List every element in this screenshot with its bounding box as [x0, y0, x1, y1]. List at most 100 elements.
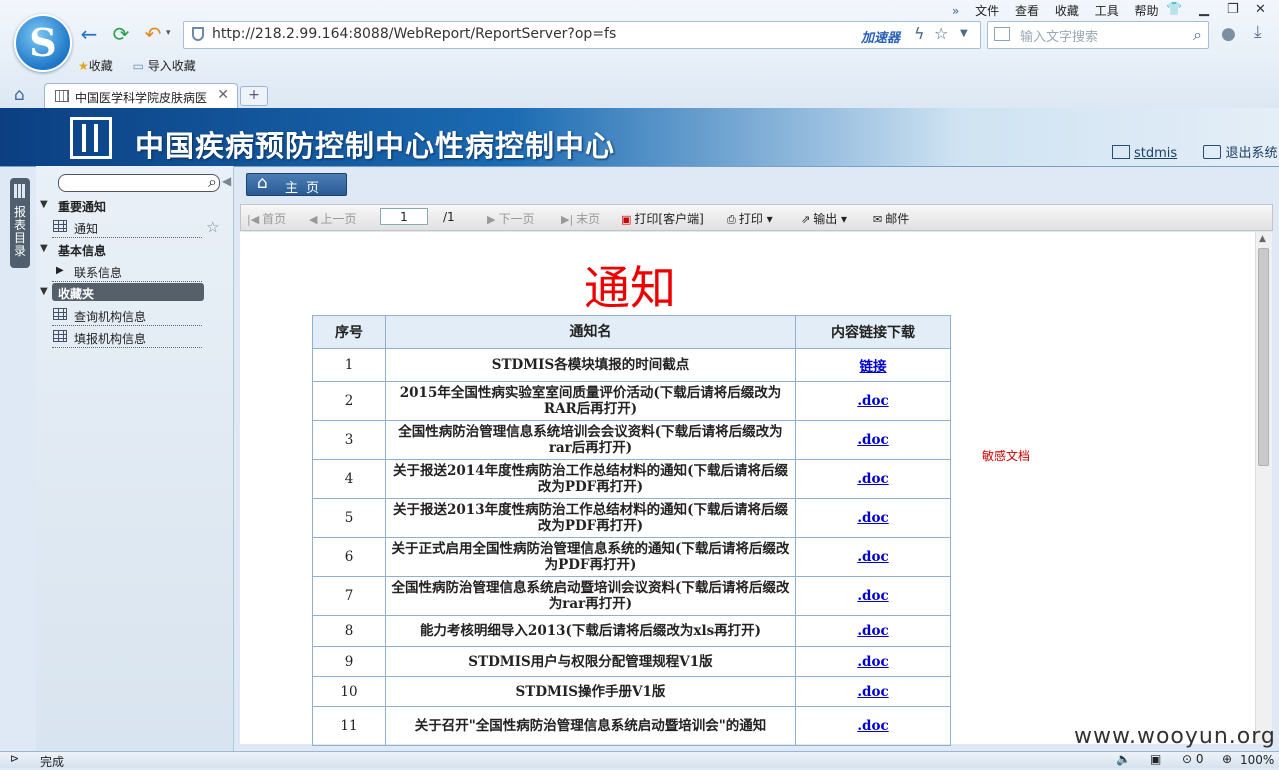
address-bar[interactable]: http://218.2.99.164:8088/WebReport/Repor…	[183, 21, 981, 49]
grid-report-icon	[53, 330, 67, 342]
sidebar-item-query-org[interactable]: 查询机构信息	[52, 307, 202, 326]
more-icon[interactable]: ●	[1221, 24, 1236, 44]
sidebar-search-input[interactable]: ⌕	[58, 172, 220, 192]
download-link[interactable]: .doc	[795, 576, 951, 616]
zoom-level[interactable]: 100%	[1240, 753, 1274, 767]
export-button[interactable]: ⇗ 输出 ▾	[801, 210, 847, 227]
row-number: 2	[312, 381, 386, 421]
mail-button[interactable]: ✉ 邮件	[873, 210, 909, 227]
caret-down-icon: ▼	[40, 243, 48, 254]
menu-help[interactable]: 帮助	[1135, 2, 1159, 19]
next-page-button[interactable]: ▶ 下一页	[487, 210, 534, 227]
download-link[interactable]: 链接	[795, 348, 951, 382]
notice-name: 关于报送2013年度性病防治工作总结材料的通知(下载后请将后缀改为PDF再打开)	[385, 498, 796, 538]
notice-name: STDMIS操作手册V1版	[385, 676, 796, 707]
home-icon[interactable]: ⌂	[14, 85, 25, 105]
page-number-input[interactable]: 1	[380, 208, 428, 225]
report-title: 通知	[584, 261, 676, 315]
download-link[interactable]: .doc	[795, 706, 951, 746]
download-link[interactable]: .doc	[795, 420, 951, 460]
search-input[interactable]: 输入文字搜索	[1020, 26, 1098, 45]
scroll-up-icon[interactable]: ▲	[1259, 234, 1266, 244]
caret-down-icon: ▼	[40, 286, 48, 297]
back-arrow-icon[interactable]: ←	[76, 22, 102, 46]
briefcase-icon[interactable]: ▣	[1150, 752, 1161, 766]
print-button[interactable]: ⎙ 打印 ▾	[727, 210, 773, 227]
column-header-name: 通知名	[385, 315, 796, 349]
search-box[interactable]: 输入文字搜索 ⌕	[987, 21, 1209, 49]
next-page-icon: ▶	[487, 213, 496, 226]
prev-page-icon: ◀	[309, 213, 318, 226]
menu-overflow-icon[interactable]: »	[952, 4, 959, 18]
print-client-button[interactable]: ▣ 打印[客户端]	[621, 210, 704, 227]
minimize-icon[interactable]: ▁	[1199, 2, 1209, 17]
report-scrollbar[interactable]: ▲	[1255, 232, 1272, 744]
undo-icon[interactable]: ↶	[140, 22, 166, 46]
table-row: 7 全国性病防治管理信息系统启动暨培训会议资料(下载后请将后缀改为rar再打开).…	[312, 576, 951, 616]
notice-name: STDMIS各模块填报的时间截点	[385, 348, 796, 382]
app-logo-icon	[70, 117, 112, 159]
menu-favorites[interactable]: 收藏	[1055, 2, 1079, 19]
tab-home[interactable]: ⌂ 主页	[246, 173, 347, 196]
report-catalog-label: 报表目录	[13, 205, 26, 258]
table-row: 1 STDMIS各模块填报的时间截点 链接	[312, 348, 951, 382]
image-search-icon[interactable]	[994, 27, 1010, 41]
sidebar-item-fill-org[interactable]: 填报机构信息	[52, 329, 202, 348]
star-icon[interactable]: ☆	[934, 24, 948, 43]
table-row: 5 关于报送2013年度性病防治工作总结材料的通知(下载后请将后缀改为PDF再打开…	[312, 498, 951, 538]
undo-dropdown-icon[interactable]: ▾	[166, 28, 171, 38]
sidebar-item-notice[interactable]: 通知	[52, 219, 202, 238]
download-link[interactable]: .doc	[795, 459, 951, 499]
download-icon[interactable]: ⤓	[1254, 22, 1262, 42]
search-icon[interactable]: ⌕	[208, 172, 217, 192]
chevron-down-icon[interactable]: ▼	[960, 28, 968, 39]
last-page-button[interactable]: ▶| 末页	[561, 210, 600, 227]
zoom-icon[interactable]: ⊕	[1222, 752, 1232, 766]
search-icon[interactable]: ⌕	[1193, 25, 1202, 45]
browser-logo[interactable]: S	[14, 14, 72, 72]
accelerator-label[interactable]: 加速器	[861, 27, 900, 46]
close-window-icon[interactable]: ✕	[1255, 2, 1266, 17]
new-tab-button[interactable]: +	[240, 86, 268, 106]
first-page-button[interactable]: |◀ 首页	[247, 210, 286, 227]
caret-down-icon: ▼	[40, 199, 48, 210]
logout-link[interactable]: 退出系统	[1225, 146, 1277, 161]
collapse-sidebar-icon[interactable]: ◀	[222, 174, 231, 188]
favorite-star-icon[interactable]: ☆	[206, 218, 219, 236]
report-catalog-tab[interactable]: 报表目录	[10, 178, 30, 268]
table-row: 9 STDMIS用户与权限分配管理规程V1版 .doc	[312, 646, 951, 677]
scrollbar-thumb[interactable]	[1258, 248, 1269, 466]
menu-view[interactable]: 查看	[1015, 2, 1039, 19]
download-link[interactable]: .doc	[795, 646, 951, 677]
notice-name: 全国性病防治管理信息系统培训会会议资料(下载后请将后缀改为rar后再打开)	[385, 420, 796, 460]
row-number: 1	[312, 348, 386, 382]
user-link[interactable]: stdmis	[1134, 146, 1177, 161]
prev-page-button[interactable]: ◀ 上一页	[309, 210, 356, 227]
grid-report-icon	[53, 220, 67, 232]
sidebar-toggle-icon[interactable]: ⊳	[10, 752, 19, 765]
download-status-icon[interactable]: ⊙ 0	[1182, 752, 1204, 766]
watermark: www.wooyun.org	[1074, 724, 1276, 749]
tree-group-favorites[interactable]: 收藏夹	[52, 283, 204, 301]
page-favicon-icon	[55, 90, 69, 102]
restore-icon[interactable]: ❐	[1227, 2, 1239, 17]
download-link[interactable]: .doc	[795, 537, 951, 577]
import-favorites[interactable]: ▭ 导入收藏	[133, 57, 196, 74]
download-link[interactable]: .doc	[795, 676, 951, 707]
browser-tab-active[interactable]: 中国医学科学院皮肤病医 ✕	[44, 83, 238, 109]
notice-name: 关于报送2014年度性病防治工作总结材料的通知(下载后请将后缀改为PDF再打开)	[385, 459, 796, 499]
skin-icon[interactable]: 👕	[1166, 2, 1182, 17]
sidebar-item-contact[interactable]: ▶ 联系信息	[52, 263, 202, 282]
menu-tools[interactable]: 工具	[1095, 2, 1119, 19]
menu-bar: » 文件 查看 收藏 工具 帮助	[952, 2, 1171, 18]
menu-file[interactable]: 文件	[975, 2, 999, 19]
download-link[interactable]: .doc	[795, 615, 951, 647]
table-row: 11 关于召开"全国性病防治管理信息系统启动暨培训会"的通知 .doc	[312, 706, 951, 746]
download-link[interactable]: .doc	[795, 498, 951, 538]
refresh-icon[interactable]: ⟳	[108, 22, 134, 46]
favorite-star[interactable]: ★收藏	[78, 57, 113, 74]
download-link[interactable]: .doc	[795, 381, 951, 421]
volume-icon[interactable]: 🔈	[1116, 752, 1131, 766]
close-tab-icon[interactable]: ✕	[217, 87, 229, 103]
lightning-icon[interactable]: ϟ	[914, 24, 925, 43]
